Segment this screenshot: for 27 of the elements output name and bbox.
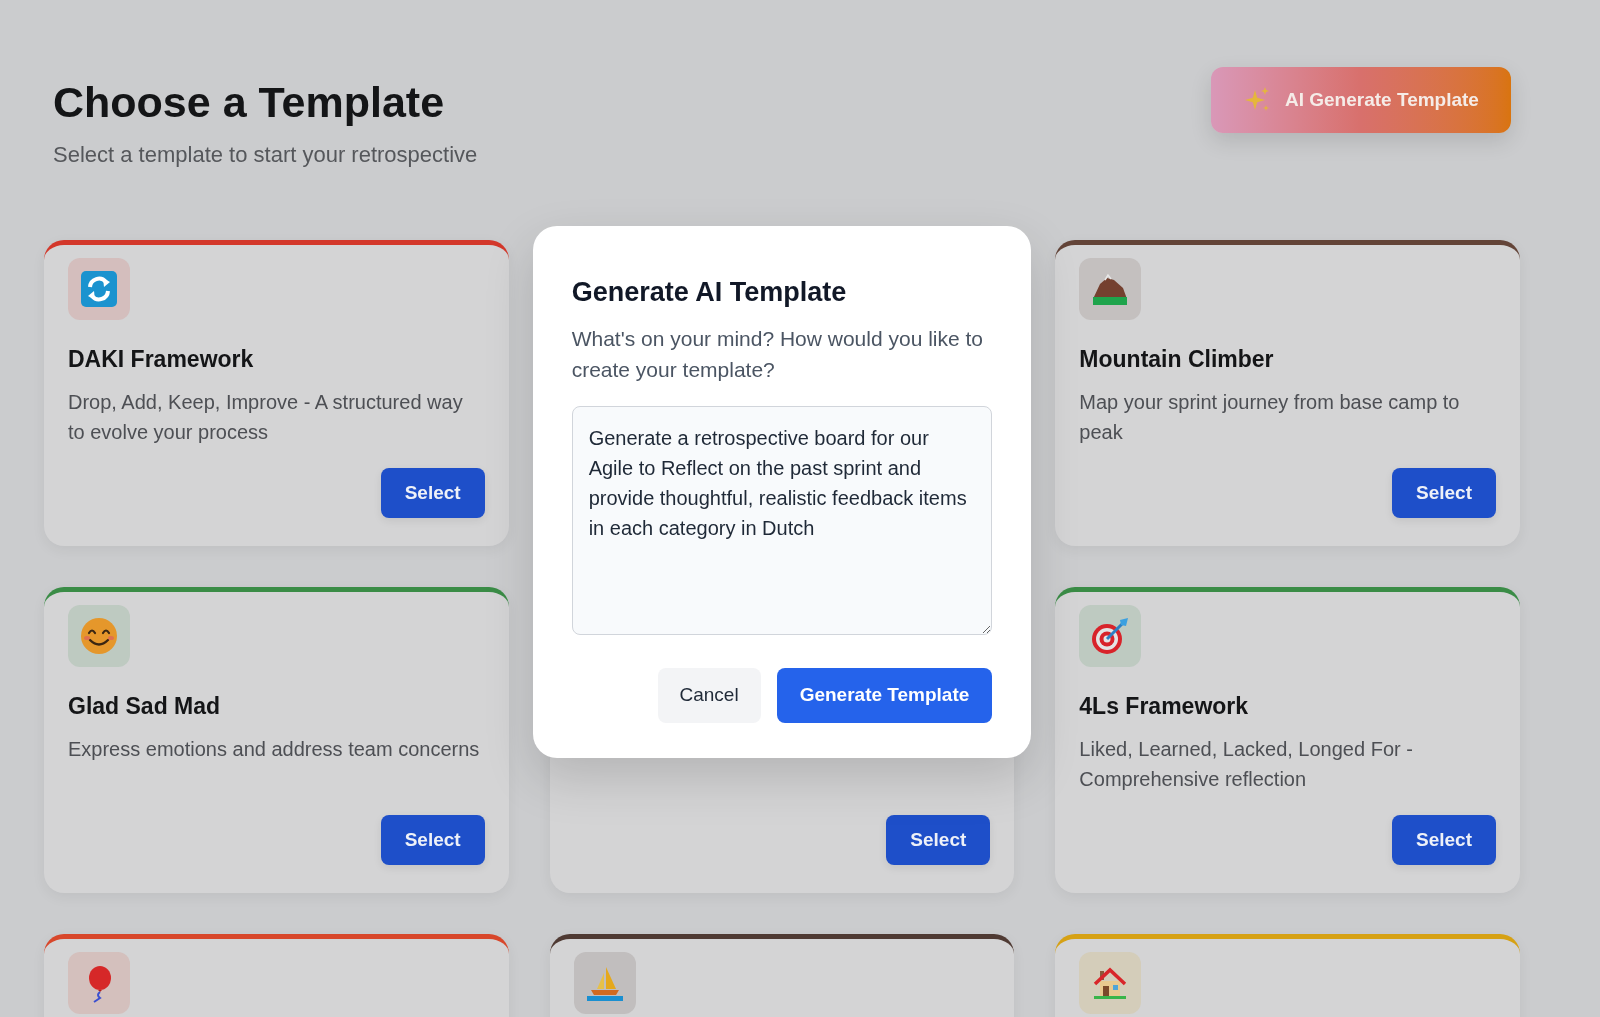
select-button[interactable]: Select: [886, 815, 991, 865]
template-title: Mountain Climber: [1079, 345, 1275, 374]
select-button[interactable]: Select: [380, 815, 485, 865]
template-description: Liked, Learned, Lacked, Longed For - Comprehensive reflection: [1079, 737, 1414, 792]
refresh-arrows-icon: [68, 258, 130, 320]
dart-target-icon: [1079, 605, 1142, 667]
house-icon: [1079, 952, 1142, 1014]
template-title: Glad Sad Mad: [68, 692, 222, 721]
balloon-icon: [68, 952, 130, 1014]
template-title: 4Ls Framework: [1079, 692, 1250, 721]
mountain-icon: [1079, 258, 1142, 320]
modal-title: Generate AI Template: [571, 276, 848, 308]
select-button[interactable]: Select: [1392, 815, 1496, 865]
generate-template-button[interactable]: Generate Template: [776, 668, 993, 723]
template-description: Express emotions and address team concerns: [68, 737, 481, 762]
template-description: Drop, Add, Keep, Improve - A structured way to evolve your process: [68, 390, 464, 445]
template-title: DAKI Framework: [68, 345, 255, 374]
modal-description: What's on your mind? How would you like to create your template?: [571, 326, 985, 383]
page-title: Choose a Template: [53, 77, 446, 127]
select-button[interactable]: Select: [1392, 468, 1496, 518]
select-button[interactable]: Select: [380, 468, 485, 518]
template-description: Map your sprint journey from base camp to peak: [1079, 390, 1461, 445]
prompt-field[interactable]: Generate a retrospective board for our Agile to Reflect on the past sprint and provide thoughtful, realistic feedback items in each category in Dutch: [571, 406, 993, 635]
smiling-face-icon: [68, 605, 130, 667]
page-subtitle: Select a template to start your retrospective: [53, 141, 478, 169]
sailboat-icon: [573, 952, 636, 1014]
cancel-button[interactable]: Cancel: [657, 668, 761, 723]
